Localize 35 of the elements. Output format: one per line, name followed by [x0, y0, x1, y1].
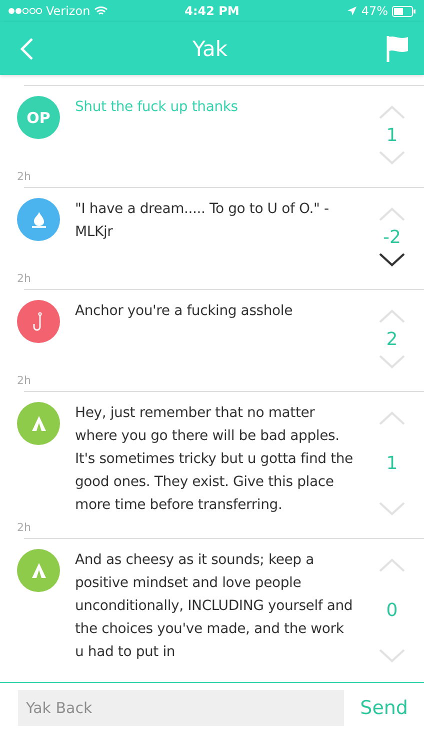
vote-score: 2: [386, 328, 398, 350]
upvote-icon[interactable]: [378, 308, 406, 324]
upvote-icon[interactable]: [378, 410, 406, 426]
back-chevron-icon: [20, 36, 34, 60]
vote-score: -2: [383, 226, 401, 248]
timestamp: 2h: [17, 373, 32, 387]
send-button[interactable]: Send: [356, 697, 412, 719]
comment-text: Anchor you're a fucking asshole: [75, 302, 294, 321]
clock-time: 4:42 PM: [184, 4, 240, 18]
location-arrow-icon: [347, 6, 358, 16]
timestamp: 2h: [17, 271, 32, 285]
downvote-icon[interactable]: [378, 252, 406, 268]
comment-text: And as cheesy as it sounds; keep a positive mindset and love people unconditionally, INCLUDING yourself and the choices you've made, and the work u had to put in: [75, 551, 354, 662]
reply-field[interactable]: Yak Back: [18, 690, 344, 726]
wifi-icon: [94, 6, 108, 16]
vote-score: 1: [386, 453, 398, 474]
back-button[interactable]: [20, 36, 34, 60]
carrier-name: Verizon: [46, 4, 90, 18]
battery-icon: [392, 6, 416, 16]
comment-text: "I have a dream..... To go to U of O." - MLKjr: [75, 200, 330, 242]
timestamp: 2h: [17, 169, 32, 183]
flag-button[interactable]: [386, 34, 410, 62]
vote-score: 1: [386, 124, 398, 146]
op-badge: OP: [17, 96, 60, 139]
signal-icon: [8, 7, 42, 15]
vote-score: 0: [386, 600, 398, 621]
upvote-icon[interactable]: [378, 206, 406, 222]
screen-title: Yak: [192, 36, 228, 60]
battery-percent: 47%: [361, 4, 388, 18]
comment-text: Hey, just remember that no matter where you go there will be bad apples. It's sometimes tricky but u gotta find the good ones. They exist. Give this place more time before transferring.: [75, 404, 354, 515]
upvote-icon[interactable]: [378, 104, 406, 120]
comment-text: Shut the fuck up thanks: [75, 98, 239, 117]
flag-icon: [386, 34, 410, 62]
timestamp: 2h: [17, 520, 32, 534]
upvote-icon[interactable]: [378, 557, 406, 573]
